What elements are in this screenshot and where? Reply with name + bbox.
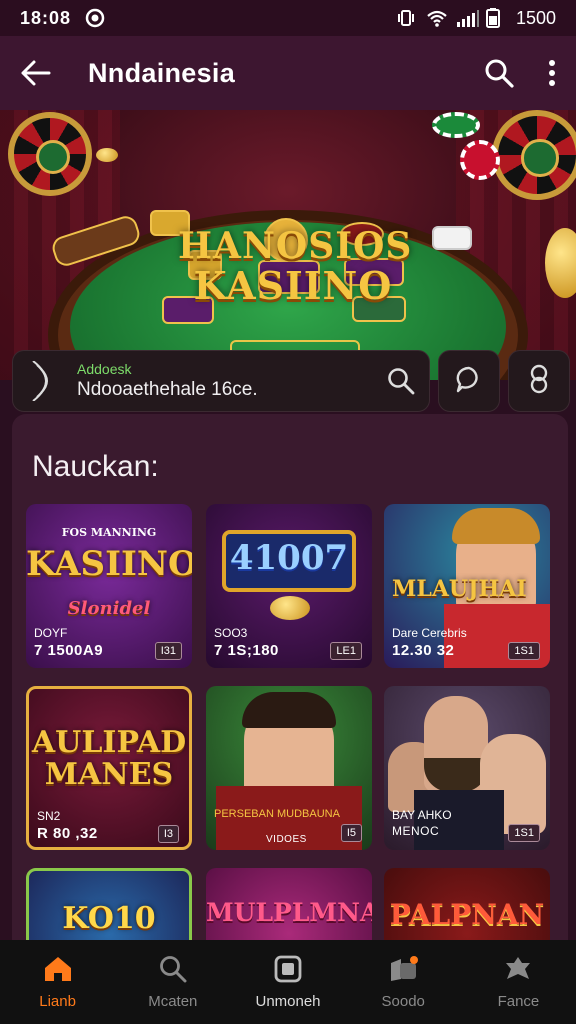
search-icon: [159, 955, 187, 987]
game-card-subtitle: BAY AHKO: [392, 808, 452, 822]
home-icon: [43, 955, 73, 987]
battery-icon: [485, 8, 506, 28]
signal-icon: [456, 8, 479, 28]
search-value[interactable]: Ndooaethehale 16ce.: [77, 379, 387, 401]
game-card-meta: MENOC: [392, 824, 440, 838]
game-card-art-title: AULIPAD MANES: [31, 725, 187, 792]
nav-label-home: Lianb: [39, 992, 76, 1010]
link-button[interactable]: [508, 350, 570, 412]
game-card-badge: I3: [157, 825, 179, 843]
game-card-art-title: KO10: [62, 901, 156, 936]
sound-wave-icon: [31, 360, 61, 402]
nav-item-wallet[interactable]: Unmoneh: [230, 940, 345, 1024]
game-card-meta: 7 1S;180: [214, 642, 279, 659]
hero-banner[interactable]: HANOSIOS KASIINO: [0, 110, 576, 380]
game-card-badge: LE1: [330, 642, 362, 660]
status-right-text: 1500: [515, 7, 556, 28]
search-field[interactable]: Addoesk Ndooaethehale 16ce.: [12, 350, 430, 412]
more-options-icon[interactable]: [548, 59, 556, 87]
game-card-art-title: MULPLMNAX: [206, 898, 372, 927]
game-card[interactable]: AULIPAD MANES SN2 R 80 ,32 I3: [26, 686, 192, 850]
game-card-badge: I5: [340, 824, 362, 842]
gold-coin: [270, 596, 310, 620]
game-card-art-title: 41007: [229, 538, 349, 578]
game-card-badge: 1S1: [508, 642, 540, 660]
app-bar: Nndainesia: [0, 36, 576, 110]
search-icon[interactable]: [484, 58, 514, 88]
game-card-badge: I31: [154, 642, 182, 660]
wifi-icon: [426, 8, 447, 28]
game-card-meta: VIDOES: [266, 834, 307, 845]
nav-item-search[interactable]: Mcaten: [115, 940, 230, 1024]
notification-icon: [388, 955, 419, 987]
game-card-art-subtitle: Slonidel: [67, 598, 151, 619]
section-title: Nauckan:: [32, 450, 159, 483]
search-texts: Addoesk Ndooaethehale 16ce.: [77, 361, 387, 401]
content-panel: Nauckan: FOS MANNING KASIINO Slonidel DO…: [12, 414, 568, 1024]
game-card[interactable]: MLAUJHAI Dare Cerebris 12.30 32 1S1: [384, 504, 550, 668]
game-card-art-title: KASIINO: [26, 544, 192, 584]
app-screen: 18:08 1500 Nndainesia HANOSIOS KASIINO A…: [0, 0, 576, 1024]
chat-bubble-icon: [455, 365, 483, 398]
game-card-art-title: MLAUJHAI: [392, 576, 527, 602]
search-icon[interactable]: [387, 367, 415, 395]
nav-item-games[interactable]: Fance: [461, 940, 576, 1024]
bottom-navigation: Lianb Mcaten Unmoneh Soodo Fance: [0, 940, 576, 1024]
search-row: Addoesk Ndooaethehale 16ce.: [12, 350, 572, 412]
roulette-wheel-left: [8, 112, 92, 196]
game-card-meta: R 80 ,32: [37, 825, 98, 842]
host-hair: [452, 508, 540, 544]
chat-button[interactable]: [438, 350, 500, 412]
status-time: 18:08: [20, 7, 72, 28]
player-hair: [242, 692, 336, 728]
game-card-badge: 1S1: [508, 824, 540, 842]
game-card-art-title: PALPNAN: [389, 898, 545, 931]
link-chain-icon: [529, 364, 549, 399]
nav-label-notifications: Soodo: [381, 992, 425, 1010]
status-bar: 18:08 1500: [0, 0, 576, 36]
casino-logo-line1: HANOSIOS: [178, 225, 413, 267]
nav-item-notifications[interactable]: Soodo: [346, 940, 461, 1024]
vibrate-icon: [396, 8, 416, 28]
search-hint: Addoesk: [77, 361, 132, 377]
game-card[interactable]: 41007 SOO3 7 1S;180 LE1: [206, 504, 372, 668]
page-title: Nndainesia: [88, 57, 236, 88]
back-arrow-icon[interactable]: [20, 59, 52, 87]
nav-item-home[interactable]: Lianb: [0, 940, 115, 1024]
game-card[interactable]: FOS MANNING KASIINO Slonidel DOYF 7 1500…: [26, 504, 192, 668]
casino-logo-line2: KASIINO: [193, 262, 393, 308]
game-card-subtitle: DOYF: [34, 626, 68, 640]
game-card-subtitle: SOO3: [214, 626, 248, 640]
game-card-subtitle: Dare Cerebris: [392, 626, 467, 640]
game-card-subtitle: PERSEBAN MUDBAUNA: [214, 808, 340, 820]
game-card-meta: 7 1500A9: [34, 642, 104, 659]
game-card-top-text: FOS MANNING: [61, 526, 157, 539]
game-card-meta: 12.30 32: [392, 642, 455, 659]
playing-card: [432, 226, 472, 250]
casino-logo: HANOSIOS KASIINO: [178, 225, 413, 308]
app-status-icon: [85, 8, 105, 28]
wallet-icon: [274, 955, 302, 987]
game-card[interactable]: BAY AHKO MENOC 1S1: [384, 686, 550, 850]
game-card[interactable]: PERSEBAN MUDBAUNA VIDOES I5: [206, 686, 372, 850]
nav-label-games: Fance: [497, 992, 540, 1010]
roulette-wheel-right: [492, 110, 576, 200]
poker-chip: [432, 112, 480, 138]
nav-label-search: Mcaten: [148, 992, 198, 1010]
nav-label-wallet: Unmoneh: [255, 992, 321, 1010]
gold-coin: [96, 148, 118, 162]
poker-chip: [460, 140, 500, 180]
puzzle-icon: [503, 955, 533, 987]
game-card-subtitle: SN2: [37, 809, 61, 823]
